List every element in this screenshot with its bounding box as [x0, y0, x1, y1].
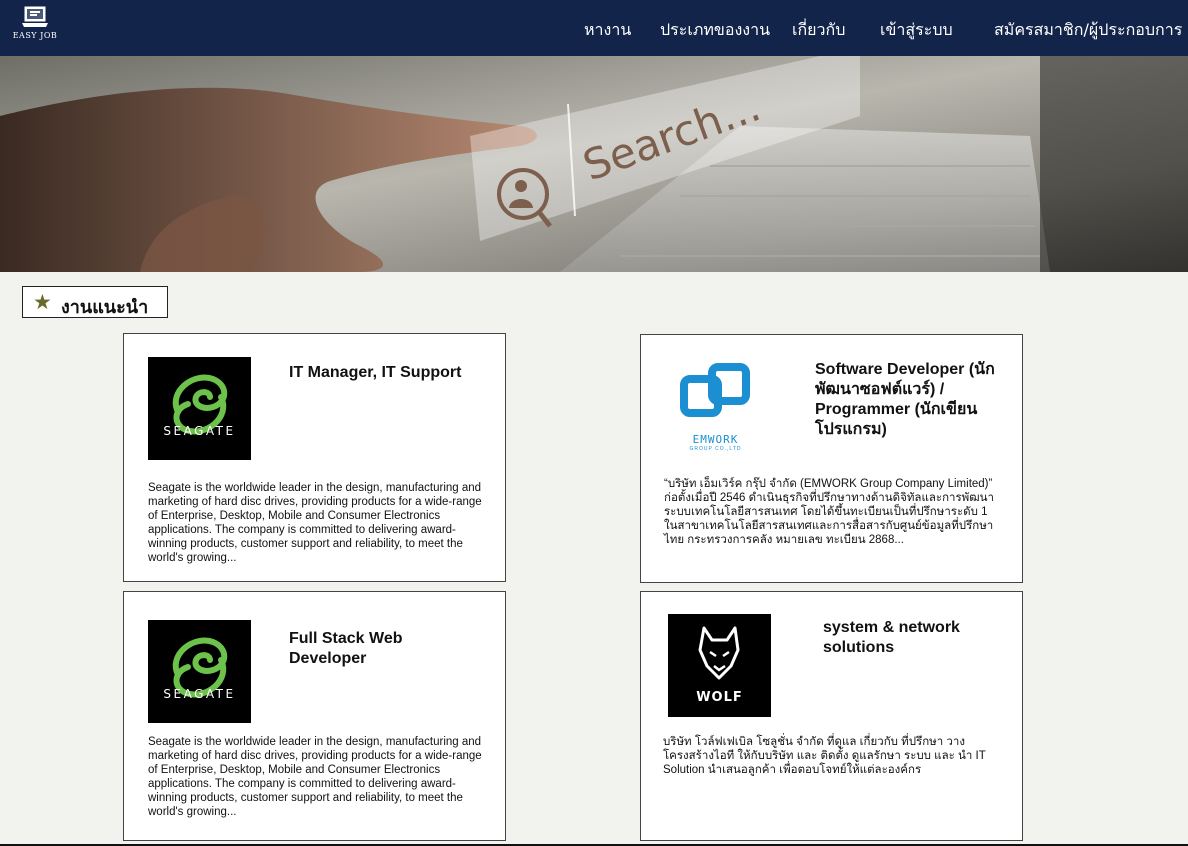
brand-logo[interactable]: EASY JOB — [12, 5, 58, 45]
job-card-it-manager[interactable]: SEAGATE IT Manager, IT Support Seagate i… — [123, 333, 506, 582]
emwork-logo: EMWORK GROUP CO.,LTD — [664, 355, 767, 458]
seagate-swirl-icon — [172, 374, 228, 435]
top-navbar: EASY JOB หางาน ประเภทของงาน เกี่ยวกับ เข… — [0, 0, 1188, 56]
job-title[interactable]: IT Manager, IT Support — [289, 363, 489, 383]
star-icon: ★ — [33, 291, 52, 314]
seagate-swirl-icon — [172, 637, 228, 698]
seagate-wordmark: SEAGATE — [163, 424, 236, 438]
nav-job-categories[interactable]: ประเภทของงาน — [660, 18, 770, 43]
job-description: บริษัท โวล์ฟเฟเบิล โซลูชั่น จำกัด ที่ดูแ… — [663, 736, 986, 776]
job-card-software-developer[interactable]: EMWORK GROUP CO.,LTD Software Developer … — [640, 334, 1023, 583]
laptop-icon — [22, 6, 48, 27]
job-card-system-network[interactable]: WOLF system & network solutions บริษัท โ… — [640, 591, 1023, 841]
seagate-logo: SEAGATE — [148, 357, 251, 460]
job-title[interactable]: system & network solutions — [823, 618, 1003, 658]
brand-name: EASY JOB — [12, 31, 58, 40]
hero-banner: Search... — [0, 56, 1188, 272]
nav-about[interactable]: เกี่ยวกับ — [792, 18, 845, 43]
hero-image: Search... — [0, 56, 1188, 272]
nav-register[interactable]: สมัครสมาชิก/ผู้ประกอบการ — [994, 18, 1182, 43]
job-description: Seagate is the worldwide leader in the d… — [148, 736, 482, 818]
emwork-subtext: GROUP CO.,LTD — [689, 446, 742, 452]
seagate-logo: SEAGATE — [148, 620, 251, 723]
nav-login[interactable]: เข้าสู่ระบบ — [880, 18, 953, 43]
section-title: งานแนะนำ — [61, 297, 149, 318]
wolf-wordmark: WOLF — [696, 690, 743, 705]
job-title[interactable]: Full Stack Web Developer — [289, 629, 439, 669]
seagate-wordmark: SEAGATE — [163, 687, 236, 701]
wolf-head-icon — [698, 626, 740, 680]
wolf-logo: WOLF — [668, 614, 771, 717]
job-title[interactable]: Software Developer (นักพัฒนาซอฟต์แวร์) /… — [815, 360, 1005, 440]
emwork-mark-icon — [680, 363, 750, 417]
nav-find-jobs[interactable]: หางาน — [584, 18, 631, 43]
job-description: Seagate is the worldwide leader in the d… — [148, 482, 482, 564]
job-card-full-stack[interactable]: SEAGATE Full Stack Web Developer Seagate… — [123, 591, 506, 841]
recommended-jobs-heading: ★ งานแนะนำ — [22, 286, 168, 318]
job-description: “บริษัท เอ็มเวิร์ค กรุ๊ป จำกัด (EMWORK G… — [664, 478, 994, 546]
emwork-wordmark: EMWORK — [692, 433, 739, 446]
